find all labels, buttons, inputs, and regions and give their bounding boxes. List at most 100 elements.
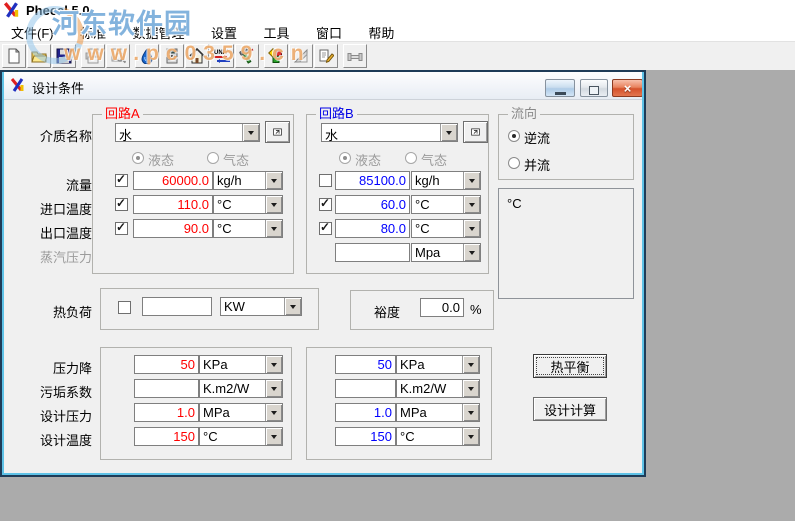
calculator-button[interactable] [160, 44, 184, 68]
loop-b-fouling-input[interactable] [335, 379, 396, 398]
loop-a-medium-select[interactable]: 水 [115, 123, 260, 142]
loop-b-inlet-unit-select[interactable]: °C [411, 195, 481, 214]
loop-b-outlet-input[interactable] [335, 219, 410, 238]
chevron-down-icon[interactable] [462, 380, 479, 397]
water-properties-button[interactable] [135, 44, 159, 68]
loop-a-inlet-input[interactable] [133, 195, 213, 214]
dialog-maximize-button[interactable] [580, 79, 608, 97]
design-conditions-dialog: 设计条件 × 介质名称 流量 进口温度 出口温度 蒸汽压力 热负荷 压力降 污垢… [0, 70, 646, 477]
parallel-flow-radio[interactable] [508, 157, 520, 169]
loop-b-medium-properties-button[interactable] [463, 121, 488, 143]
loop-a-design-pressure-unit: MPa [203, 405, 230, 420]
loop-b-design-temp-input[interactable] [335, 427, 396, 446]
open-folder-button[interactable] [27, 44, 51, 68]
chevron-down-icon[interactable] [265, 404, 282, 421]
flow-direction-title: 流向 [508, 107, 540, 121]
chevron-down-icon[interactable] [242, 124, 259, 141]
counterflow-radio[interactable] [508, 130, 520, 142]
label-fouling-factor: 污垢系数 [20, 382, 92, 401]
design-calc-button[interactable]: 设计计算 [533, 397, 607, 421]
loop-a-design-pressure-input[interactable] [134, 403, 199, 422]
loop-b-design-temp-unit-select[interactable]: °C [396, 427, 480, 446]
loop-b-outlet-unit-select[interactable]: °C [411, 219, 481, 238]
margin-input[interactable] [420, 298, 464, 317]
svg-text:UNIT: UNIT [214, 50, 228, 56]
dialog-titlebar[interactable]: 设计条件 × [2, 72, 644, 100]
heat-balance-button[interactable]: 热平衡 [533, 354, 607, 378]
dialog-minimize-button[interactable] [545, 79, 575, 97]
loop-b-inlet-input[interactable] [335, 195, 410, 214]
loop-b-design-pressure-input[interactable] [335, 403, 396, 422]
loop-a-flow-input[interactable] [133, 171, 213, 190]
loop-a-fouling-unit-select[interactable]: K.m2/W [199, 379, 283, 398]
loop-a-liquid-radio[interactable] [132, 152, 144, 164]
pipe-fitting-button[interactable] [343, 44, 367, 68]
unit-converter-button[interactable]: UNIT [210, 44, 234, 68]
loop-b-flow-unit-select[interactable]: kg/h [411, 171, 481, 190]
print-preview-icon [110, 48, 126, 64]
edit-notes-icon [318, 48, 334, 64]
chevron-down-icon[interactable] [463, 220, 480, 237]
loop-a-design-temp-unit-select[interactable]: °C [199, 427, 283, 446]
loop-a-outlet-input[interactable] [133, 219, 213, 238]
chevron-down-icon[interactable] [265, 196, 282, 213]
dialog-close-button[interactable]: × [612, 79, 643, 97]
loop-b-flow-checkbox[interactable] [319, 174, 332, 187]
tools-button[interactable] [235, 44, 259, 68]
chevron-down-icon[interactable] [265, 172, 282, 189]
loop-a-flow-checkbox[interactable] [115, 174, 128, 187]
loop-a-inlet-unit-select[interactable]: °C [213, 195, 283, 214]
heat-load-input[interactable] [142, 297, 212, 316]
chevron-down-icon[interactable] [440, 124, 457, 141]
counterflow-label: 逆流 [524, 128, 550, 147]
loop-a-fouling-input[interactable] [134, 379, 199, 398]
chevron-down-icon[interactable] [463, 196, 480, 213]
print-preview-button[interactable] [106, 44, 130, 68]
chevron-down-icon[interactable] [265, 380, 282, 397]
save-button[interactable] [52, 44, 76, 68]
loop-a-inlet-checkbox[interactable] [115, 198, 128, 211]
loop-b-flow-input[interactable] [335, 171, 410, 190]
chevron-down-icon[interactable] [265, 356, 282, 373]
loop-b-medium-select[interactable]: 水 [321, 123, 458, 142]
loop-a-pressure-drop-unit-select[interactable]: KPa [199, 355, 283, 374]
loop-b-gas-radio[interactable] [405, 152, 417, 164]
edit-notes-button[interactable] [314, 44, 338, 68]
loop-a-fouling-unit: K.m2/W [203, 381, 249, 396]
chevron-down-icon[interactable] [265, 428, 282, 445]
heat-load-checkbox[interactable] [118, 301, 131, 314]
loop-a-medium-value: 水 [119, 125, 132, 144]
loop-b-pressure-drop-input[interactable] [335, 355, 396, 374]
loop-b-pressure-drop-unit-select[interactable]: KPa [396, 355, 480, 374]
chevron-down-icon[interactable] [463, 244, 480, 261]
loop-b-design-pressure-unit-select[interactable]: MPa [396, 403, 480, 422]
close-icon: × [613, 81, 642, 96]
chevron-down-icon[interactable] [462, 356, 479, 373]
loop-b-fouling-unit-select[interactable]: K.m2/W [396, 379, 480, 398]
loop-b-steam-pressure-input[interactable] [335, 243, 410, 262]
heat-load-unit-select[interactable]: KW [220, 297, 302, 316]
loop-b-outlet-checkbox[interactable] [319, 222, 332, 235]
loop-b-steam-unit-select[interactable]: Mpa [411, 243, 481, 262]
save-icon [56, 48, 72, 64]
loop-a-medium-properties-button[interactable] [265, 121, 290, 143]
chevron-down-icon[interactable] [463, 172, 480, 189]
loop-b-liquid-radio[interactable] [339, 152, 351, 164]
color-blocks-button[interactable] [264, 44, 288, 68]
chevron-down-icon[interactable] [284, 298, 301, 315]
loop-a-flow-unit-select[interactable]: kg/h [213, 171, 283, 190]
loop-a-pressure-drop-input[interactable] [134, 355, 199, 374]
print-button[interactable] [81, 44, 105, 68]
loop-a-gas-radio[interactable] [207, 152, 219, 164]
chevron-down-icon[interactable] [265, 220, 282, 237]
chevron-down-icon[interactable] [462, 428, 479, 445]
chevron-down-icon[interactable] [462, 404, 479, 421]
ruler-button[interactable] [289, 44, 313, 68]
loop-a-design-temp-input[interactable] [134, 427, 199, 446]
home-button[interactable] [185, 44, 209, 68]
loop-a-outlet-unit-select[interactable]: °C [213, 219, 283, 238]
new-document-button[interactable] [2, 44, 26, 68]
loop-a-outlet-checkbox[interactable] [115, 222, 128, 235]
loop-b-inlet-checkbox[interactable] [319, 198, 332, 211]
loop-a-design-pressure-unit-select[interactable]: MPa [199, 403, 283, 422]
